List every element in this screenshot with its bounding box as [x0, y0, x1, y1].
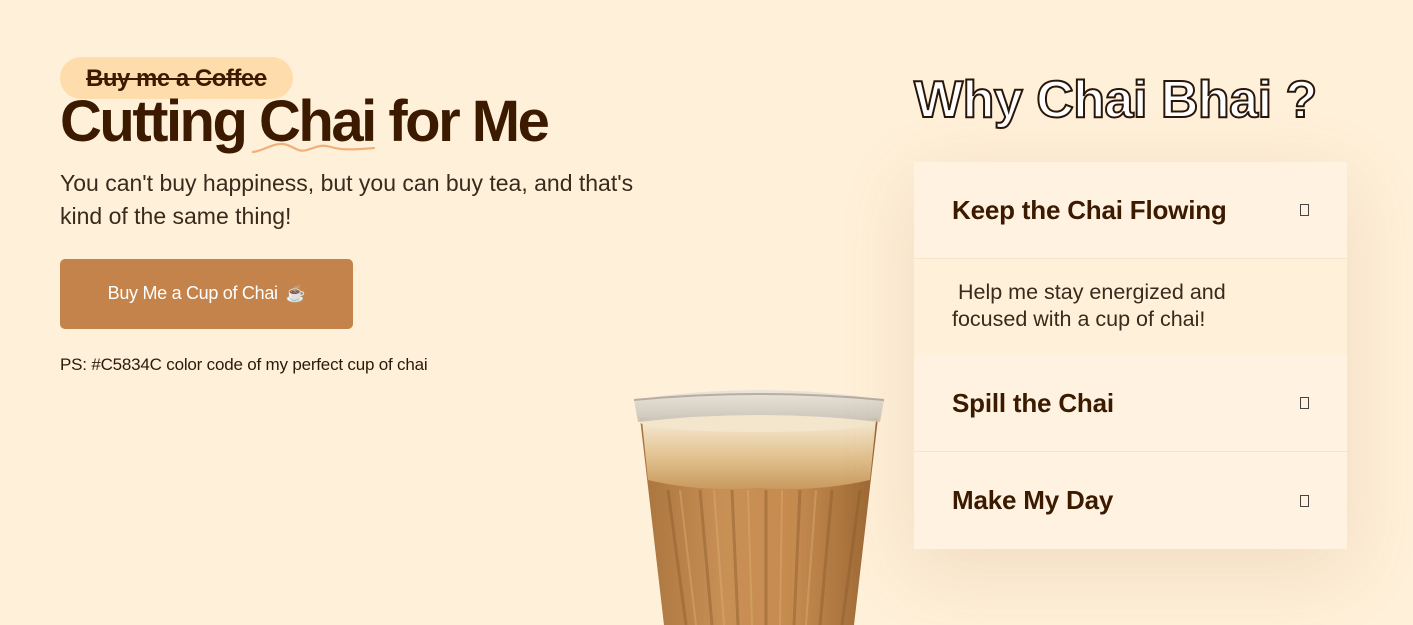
accordion-item-keep-chai-flowing: Keep the Chai Flowing Help me stay energ…	[914, 162, 1347, 355]
page-headline: Cutting Chai for Me	[60, 87, 660, 157]
headline-text-post: for Me	[374, 89, 550, 154]
accordion-title: Keep the Chai Flowing	[952, 194, 1227, 225]
why-chai-bhai-heading: Why Chai Bhai ?	[913, 70, 1318, 130]
headline-highlight: Chai	[251, 87, 377, 157]
ps-note: PS: #C5834C color code of my perfect cup…	[60, 354, 428, 374]
accordion-title: Make My Day	[952, 485, 1114, 515]
hero-section: Buy me a Coffee Cutting Chai for Me You …	[60, 57, 660, 375]
accordion-header-keep-chai-flowing[interactable]: Keep the Chai Flowing	[914, 162, 1347, 259]
hot-beverage-icon: ☕	[285, 285, 306, 303]
buy-chai-button[interactable]: Buy Me a Cup of Chai ☕	[60, 258, 353, 329]
accordion-item-make-my-day: Make My Day	[914, 452, 1347, 549]
accordion-header-spill-the-chai[interactable]: Spill the Chai	[914, 355, 1347, 452]
toggle-icon[interactable]	[1300, 204, 1309, 216]
headline-text-pre: Cutting	[60, 89, 260, 154]
toggle-icon[interactable]	[1300, 397, 1309, 409]
squiggle-underline-icon	[251, 142, 376, 153]
accordion-item-spill-the-chai: Spill the Chai	[914, 355, 1347, 452]
why-accordion: Keep the Chai Flowing Help me stay energ…	[914, 162, 1347, 549]
toggle-icon[interactable]	[1300, 494, 1309, 507]
accordion-body-text: Help me stay energized and focused with …	[952, 280, 1232, 331]
buy-chai-button-label: Buy Me a Cup of Chai	[107, 283, 278, 304]
accordion-body-keep-chai-flowing: Help me stay energized and focused with …	[914, 259, 1347, 355]
accordion-title: Spill the Chai	[952, 387, 1114, 418]
chai-glass-icon	[633, 390, 885, 625]
accordion-header-make-my-day[interactable]: Make My Day	[914, 452, 1347, 549]
hero-subtitle: You can't buy happiness, but you can buy…	[60, 169, 634, 229]
